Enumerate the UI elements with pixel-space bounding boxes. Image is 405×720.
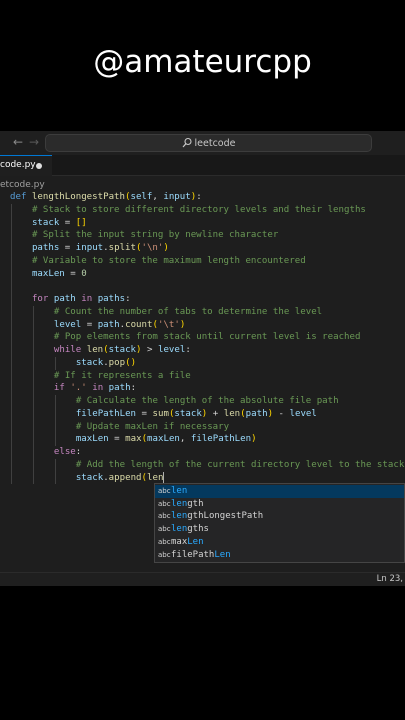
code-line[interactable]: stack.pop() [10,357,136,370]
unsaved-dot-icon[interactable] [36,163,42,169]
tab-bar: code.py [0,155,405,176]
search-label: leetcode [194,137,236,149]
code-line[interactable]: maxLen = max(maxLen, filePathLen) [10,433,257,446]
text-symbol-icon: abc [158,525,171,534]
suggestion-label: maxLen [171,536,204,547]
suggestion-item[interactable]: abc lengthLongestPath [155,510,404,523]
code-line[interactable]: while len(stack) > level: [10,344,191,357]
code-line[interactable]: # Variable to store the maximum length e… [10,255,306,268]
text-cursor [163,471,165,484]
suggestion-label: filePathLen [171,549,231,560]
text-symbol-icon: abc [158,512,171,521]
suggestion-label: length [171,498,204,509]
back-arrow-icon[interactable]: ← [11,134,25,150]
indent-guide [54,458,56,485]
suggestion-label: lengthLongestPath [171,511,264,522]
suggestion-label: lengths [171,524,209,535]
code-line[interactable]: # Count the number of tabs to determine … [10,306,322,319]
text-symbol-icon: abc [158,487,171,495]
code-line[interactable]: # If it represents a file [10,370,191,383]
indent-guide [54,395,56,446]
search-icon [182,137,192,149]
code-line[interactable]: # Pop elements from stack until current … [10,331,361,344]
indent-guide [32,305,34,485]
code-line[interactable]: def lengthLongestPath(self, input): [10,191,202,204]
code-line[interactable]: # Add the length of the current director… [10,459,405,472]
suggestion-item[interactable]: abc lengths [155,523,404,536]
indent-guide [11,203,12,485]
code-line[interactable]: stack = [] [10,217,87,230]
code-line[interactable]: maxLen = 0 [10,268,87,281]
code-line[interactable]: if '.' in path: [10,382,136,395]
breadcrumb[interactable]: etcode.py [0,180,45,190]
suggestion-item[interactable]: abc len [155,485,404,498]
title-bar: ← → leetcode [0,131,405,155]
editor-window: ← → leetcode code.py etcode.py def lengt… [0,131,405,586]
code-line[interactable]: # Stack to store different directory lev… [10,204,366,217]
channel-handle: @amateurcpp [93,44,312,80]
code-line[interactable]: # Calculate the length of the absolute f… [10,395,339,408]
forward-arrow-icon[interactable]: → [27,134,41,150]
code-line[interactable]: paths = input.split('\n') [10,242,169,255]
code-line[interactable]: level = path.count('\t') [10,319,185,332]
text-symbol-icon: abc [158,499,171,508]
suggestion-item[interactable]: abc filePathLen [155,549,404,562]
code-line[interactable]: filePathLen = sum(stack) + len(path) - l… [10,408,317,421]
suggestion-label: len [171,486,188,496]
tab-code-py[interactable]: code.py [0,155,52,176]
text-symbol-icon: abc [158,550,171,559]
suggestion-widget[interactable]: abc len abc length abc lengthLongestPath abc le… [154,483,405,563]
suggestion-item[interactable]: abc length [155,498,404,511]
code-line[interactable]: for path in paths: [10,293,131,306]
cursor-position[interactable]: Ln 23, [377,574,403,584]
command-center-search[interactable]: leetcode [45,134,372,152]
text-symbol-icon: abc [158,537,171,546]
tab-label: code.py [0,160,36,170]
code-line[interactable]: else: [10,446,81,459]
code-line[interactable]: # Split the input string by newline char… [10,229,278,242]
suggestion-item[interactable]: abc maxLen [155,536,404,549]
code-line[interactable]: # Update maxLen if necessary [10,421,229,434]
indent-guide [54,356,56,370]
status-bar: Ln 23, [0,572,405,586]
